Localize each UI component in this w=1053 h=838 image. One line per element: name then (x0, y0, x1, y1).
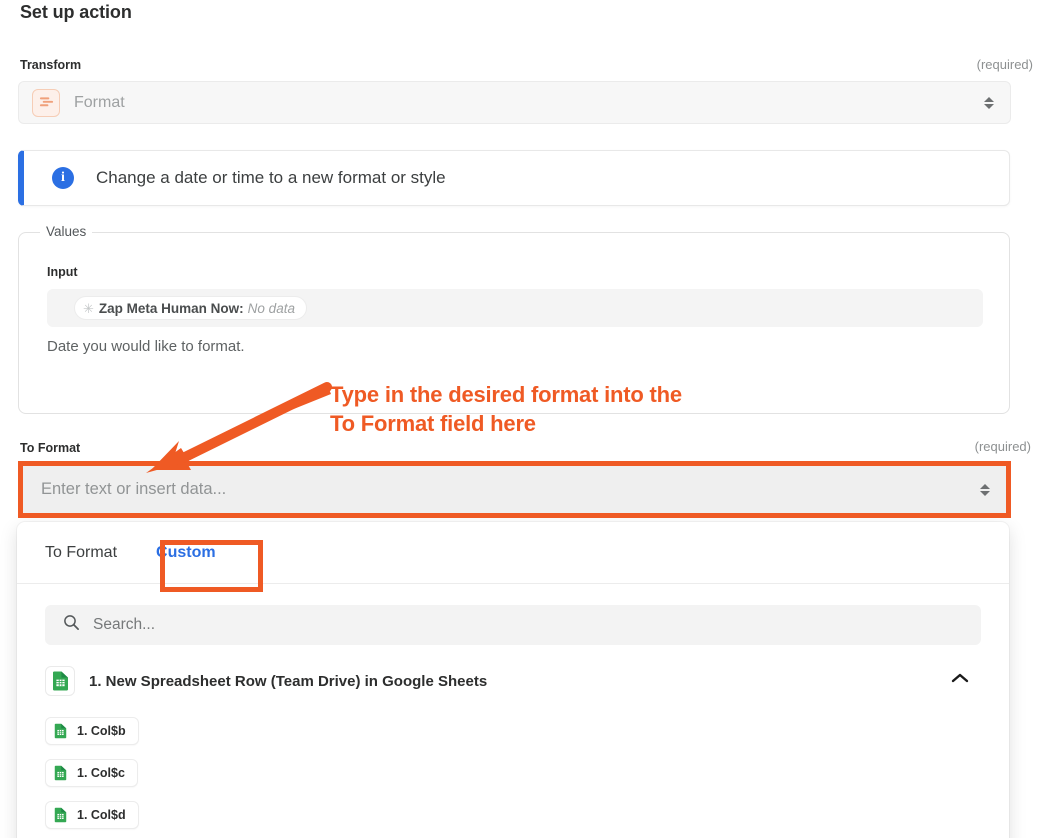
google-sheets-icon (51, 722, 69, 740)
search-input[interactable]: Search... (45, 605, 981, 645)
values-legend: Values (40, 224, 93, 239)
list-item-label: 1. Col$d (77, 808, 126, 822)
annotation-text: Type in the desired format into the To F… (330, 380, 682, 438)
chevron-up-icon[interactable] (950, 672, 970, 690)
google-sheets-icon (45, 666, 75, 696)
token-label: Zap Meta Human Now: (98, 300, 244, 316)
to-format-label: To Format (20, 441, 81, 455)
info-banner-text: Change a date or time to a new format or… (96, 168, 446, 187)
stepper-updown-icon[interactable] (984, 96, 994, 109)
transform-select[interactable]: Format (18, 81, 1011, 124)
data-picker-dropdown: To Format Custom Search... 1. New Spread… (17, 522, 1009, 838)
transform-label: Transform (20, 58, 82, 72)
input-help-text: Date you would like to format. (47, 338, 245, 355)
to-format-required-hint: (required) (974, 439, 1031, 454)
setup-action-screen: Set up action Transform (required) Forma… (0, 0, 1053, 838)
format-icon (32, 88, 60, 117)
dropdown-group-title: 1. New Spreadsheet Row (Team Drive) in G… (89, 672, 488, 690)
tab-to-format[interactable]: To Format (45, 544, 117, 562)
tab-custom[interactable]: Custom (156, 544, 216, 562)
input-field[interactable]: ✳ Zap Meta Human Now: No data (47, 289, 983, 327)
list-item-label: 1. Col$b (77, 724, 126, 738)
to-format-stepper-icon[interactable] (980, 483, 990, 496)
dropdown-tabs: To Format Custom (17, 522, 1009, 584)
transform-label-row: Transform (required) (20, 57, 1033, 72)
data-token-pill[interactable]: ✳ Zap Meta Human Now: No data (74, 296, 307, 320)
annotation-line-1: Type in the desired format into the (330, 382, 682, 407)
info-circle-icon: i (52, 167, 74, 189)
to-format-input[interactable]: Enter text or insert data... (23, 466, 1006, 513)
list-item[interactable]: 1. Col$d (45, 801, 139, 829)
google-sheets-icon (51, 764, 69, 782)
to-format-highlight-box: Enter text or insert data... (18, 461, 1011, 518)
list-item[interactable]: 1. Col$c (45, 759, 138, 787)
list-item-label: 1. Col$c (77, 766, 125, 780)
dropdown-group-header[interactable]: 1. New Spreadsheet Row (Team Drive) in G… (45, 662, 981, 700)
google-sheets-icon (51, 806, 69, 824)
page-title: Set up action (20, 2, 132, 22)
annotation-line-2: To Format field here (330, 411, 536, 437)
info-banner: i Change a date or time to a new format … (18, 150, 1010, 206)
transform-selected-value: Format (74, 93, 125, 111)
input-label: Input (47, 265, 78, 279)
asterisk-icon: ✳ (83, 300, 94, 316)
to-format-placeholder: Enter text or insert data... (41, 480, 227, 498)
transform-required-hint: (required) (976, 57, 1033, 72)
search-placeholder: Search... (93, 616, 156, 633)
list-item[interactable]: 1. Col$b (45, 717, 139, 745)
search-icon (63, 614, 80, 636)
token-value: No data (247, 300, 295, 316)
